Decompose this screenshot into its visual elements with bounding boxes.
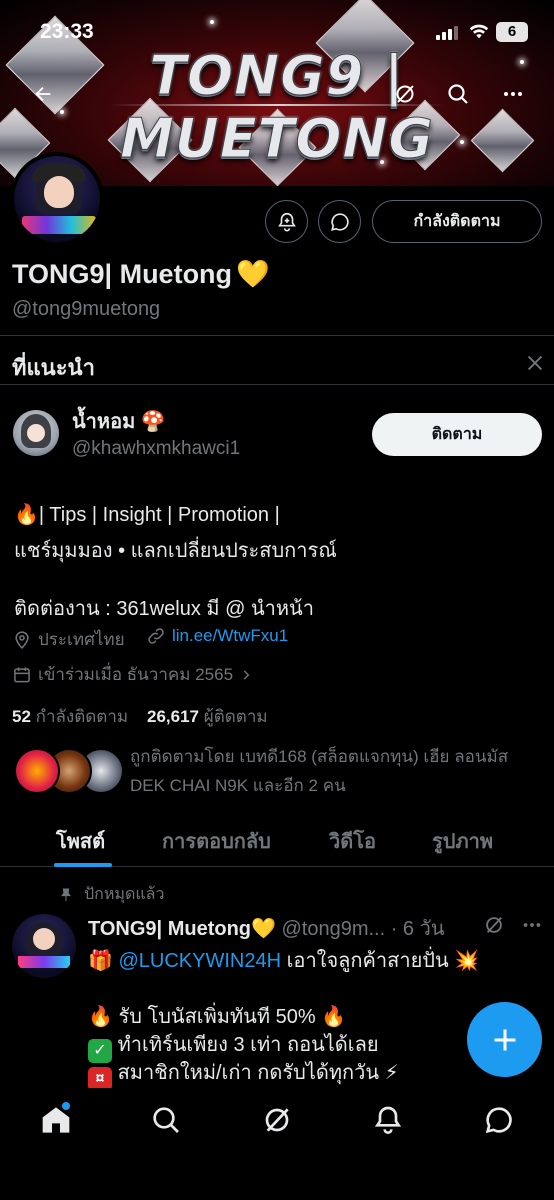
bio-line: แชร์มุมมอง • แลกเปลี่ยนประสบการณ์ <box>14 540 337 562</box>
divider <box>0 384 554 385</box>
heart-emoji: 💛 <box>236 259 270 289</box>
joined-date[interactable]: เข้าร่วมเมื่อ ธันวาคม 2565 <box>12 661 253 688</box>
location: ประเทศไทย <box>12 626 125 653</box>
following-count: 52 <box>12 707 31 726</box>
pinned-label: ปักหมุดแล้ว <box>58 882 164 907</box>
follower-avatar <box>14 748 60 794</box>
notification-dot <box>62 1102 70 1110</box>
search-icon <box>448 84 468 104</box>
recommended-user-name-text: น้ำหอม <box>72 411 136 433</box>
tab-videos[interactable]: วิดีโอ <box>329 825 376 857</box>
followed-by-text[interactable]: ถูกติดตามโดย เบทดี168 (สล็อตแจกทุน) เฮีย… <box>130 742 544 800</box>
post-author-name: TONG9| Muetong💛 <box>88 918 276 940</box>
recommended-user-name[interactable]: น้ำหอม 🍄 <box>72 405 166 437</box>
more-dots-icon <box>504 92 522 96</box>
profile-avatar[interactable] <box>10 152 104 246</box>
arrow-left-icon <box>35 86 51 102</box>
plus-icon <box>494 1029 515 1050</box>
followers-count: 26,617 <box>147 707 199 726</box>
battery-icon: 6 <box>496 22 528 42</box>
calendar-icon <box>14 667 30 682</box>
recommended-user-handle: @khawhxmkhawci1 <box>72 438 241 459</box>
profile-name: TONG9| Muetong 💛 <box>12 258 270 290</box>
recommended-title: ที่แนะนำ <box>12 355 95 380</box>
chevron-right-icon <box>243 669 250 680</box>
followers-label: ผู้ติดตาม <box>203 707 268 726</box>
pin-icon <box>61 888 71 901</box>
follow-button[interactable]: ติดตาม <box>372 413 542 456</box>
close-icon[interactable] <box>524 352 546 374</box>
status-time: 23:33 <box>40 20 94 43</box>
bio-line: ติดต่องาน : 361welux มี @ นำหน้า <box>14 598 314 620</box>
post-line-text: สมาชิกใหม่/เก่า กดรับได้ทุกวัน ⚡ <box>117 1062 399 1084</box>
followers-stat[interactable]: 26,617 ผู้ติดตาม <box>147 707 268 726</box>
link-text[interactable]: lin.ee/WtwFxu1 <box>172 626 288 646</box>
grok-icon[interactable] <box>483 914 505 936</box>
status-bar: 23:33 6 <box>0 20 554 46</box>
tab-replies[interactable]: การตอบกลับ <box>162 825 271 857</box>
wifi-icon <box>469 24 489 39</box>
bell-plus-icon <box>277 212 296 232</box>
messages-icon[interactable] <box>483 1104 515 1136</box>
pinned-text: ปักหมุดแล้ว <box>84 886 165 903</box>
post-line-text: ทำเทิร์นเพียง 3 เท่า ถอนได้เลย <box>117 1034 379 1056</box>
link-icon <box>148 628 164 644</box>
post-author-handle: @tong9m... <box>281 918 386 940</box>
recommended-user-avatar[interactable] <box>13 410 59 456</box>
post-header[interactable]: TONG9| Muetong💛 @tong9m... · 6 วัน <box>88 912 445 944</box>
following-stat[interactable]: 52 กำลังติดตาม <box>12 707 128 726</box>
post-author-avatar[interactable] <box>12 914 76 978</box>
divider <box>0 335 554 336</box>
message-button[interactable] <box>318 200 361 243</box>
grok-icon[interactable] <box>261 1104 293 1136</box>
post-line: 🎁 @LUCKYWIN24H เอาใจลูกค้าสายปั่น 💥 <box>88 944 479 976</box>
more-options-button[interactable] <box>498 79 528 109</box>
notifications-subscribe-button[interactable] <box>265 200 308 243</box>
joined-text: เข้าร่วมเมื่อ ธันวาคม 2565 <box>38 665 234 684</box>
active-tab-indicator <box>54 863 112 867</box>
search-button[interactable] <box>443 79 473 109</box>
profile-link[interactable]: lin.ee/WtwFxu1 <box>146 626 288 646</box>
bell-icon[interactable] <box>372 1104 404 1136</box>
profile-handle: @tong9muetong <box>12 298 161 320</box>
gift-emoji: 🎁 <box>88 950 113 972</box>
following-label: กำลังติดตาม <box>35 707 129 726</box>
bottom-navigation <box>0 1088 554 1200</box>
cellular-signal-icon <box>436 26 458 40</box>
back-button[interactable] <box>28 79 58 109</box>
post-line: ¤ สมาชิกใหม่/เก่า กดรับได้ทุกวัน ⚡ <box>88 1056 399 1091</box>
more-dots-icon[interactable] <box>520 914 544 936</box>
tab-posts[interactable]: โพสต์ <box>56 825 105 857</box>
post-time: · 6 วัน <box>390 918 445 940</box>
location-pin-icon <box>15 630 29 649</box>
location-text: ประเทศไทย <box>38 630 125 649</box>
bio-line: 🔥| Tips | Insight | Promotion | <box>14 504 280 526</box>
mushroom-emoji: 🍄 <box>140 411 166 433</box>
following-button[interactable]: กำลังติดตาม <box>372 200 542 243</box>
follow-stats: 52 กำลังติดตาม 26,617 ผู้ติดตาม <box>12 703 268 730</box>
post-line-text: เอาใจลูกค้าสายปั่น 💥 <box>286 950 480 972</box>
profile-tabs: โพสต์ การตอบกลับ วิดีโอ รูปภาพ <box>0 815 554 867</box>
search-icon[interactable] <box>150 1104 182 1136</box>
grok-button[interactable] <box>390 79 420 109</box>
grok-icon <box>396 85 414 103</box>
post-mention-link[interactable]: @LUCKYWIN24H <box>118 950 281 972</box>
followed-by-avatars[interactable] <box>14 748 124 796</box>
tab-media[interactable]: รูปภาพ <box>432 825 493 857</box>
profile-name-text: TONG9| Muetong <box>12 258 233 289</box>
message-bubble-icon <box>330 212 349 231</box>
compose-post-button[interactable] <box>467 1002 542 1077</box>
